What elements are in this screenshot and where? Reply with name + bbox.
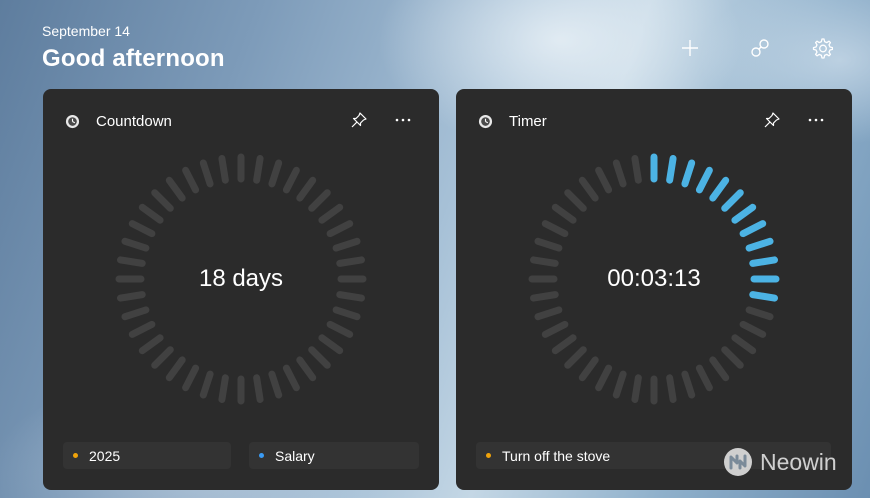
pin-icon[interactable] xyxy=(350,111,368,129)
plus-icon xyxy=(682,40,698,56)
countdown-chip-salary[interactable]: Salary xyxy=(249,442,419,469)
widget-board-header: September 14 Good afternoon xyxy=(42,23,225,73)
countdown-chip-2025[interactable]: 2025 xyxy=(63,442,231,469)
widget-title: Timer xyxy=(509,113,547,130)
widget-title: Countdown xyxy=(96,113,172,130)
clock-app-icon xyxy=(65,114,80,129)
gear-icon xyxy=(812,38,833,59)
pin-icon[interactable] xyxy=(763,111,781,129)
link-button[interactable] xyxy=(746,34,774,62)
more-options-icon[interactable] xyxy=(394,111,412,129)
link-icon xyxy=(751,39,769,57)
neowin-watermark: Neowin xyxy=(722,446,837,478)
watermark-text: Neowin xyxy=(760,448,837,475)
widget-title-row: Countdown xyxy=(65,113,172,130)
neowin-logo-icon xyxy=(724,448,752,476)
chip-label: 2025 xyxy=(89,447,121,464)
clock-app-icon xyxy=(478,114,493,129)
countdown-value: 18 days xyxy=(198,265,284,292)
date-label: September 14 xyxy=(42,23,130,39)
status-dot xyxy=(486,453,491,458)
settings-button[interactable] xyxy=(808,34,836,62)
timer-value: 00:03:13 xyxy=(607,265,701,292)
timer-widget[interactable]: Timer 00:03:13 Turn off the stove xyxy=(456,89,852,490)
chip-label: Salary xyxy=(275,447,315,464)
more-options-icon[interactable] xyxy=(807,111,825,129)
greeting-title: Good afternoon xyxy=(42,45,225,72)
chip-label: Turn off the stove xyxy=(502,447,611,464)
widget-title-row: Timer xyxy=(478,113,547,130)
status-dot xyxy=(73,453,78,458)
add-widget-button[interactable] xyxy=(676,34,704,62)
status-dot xyxy=(259,453,264,458)
countdown-widget[interactable]: Countdown 18 days 2025 Salary xyxy=(43,89,439,490)
